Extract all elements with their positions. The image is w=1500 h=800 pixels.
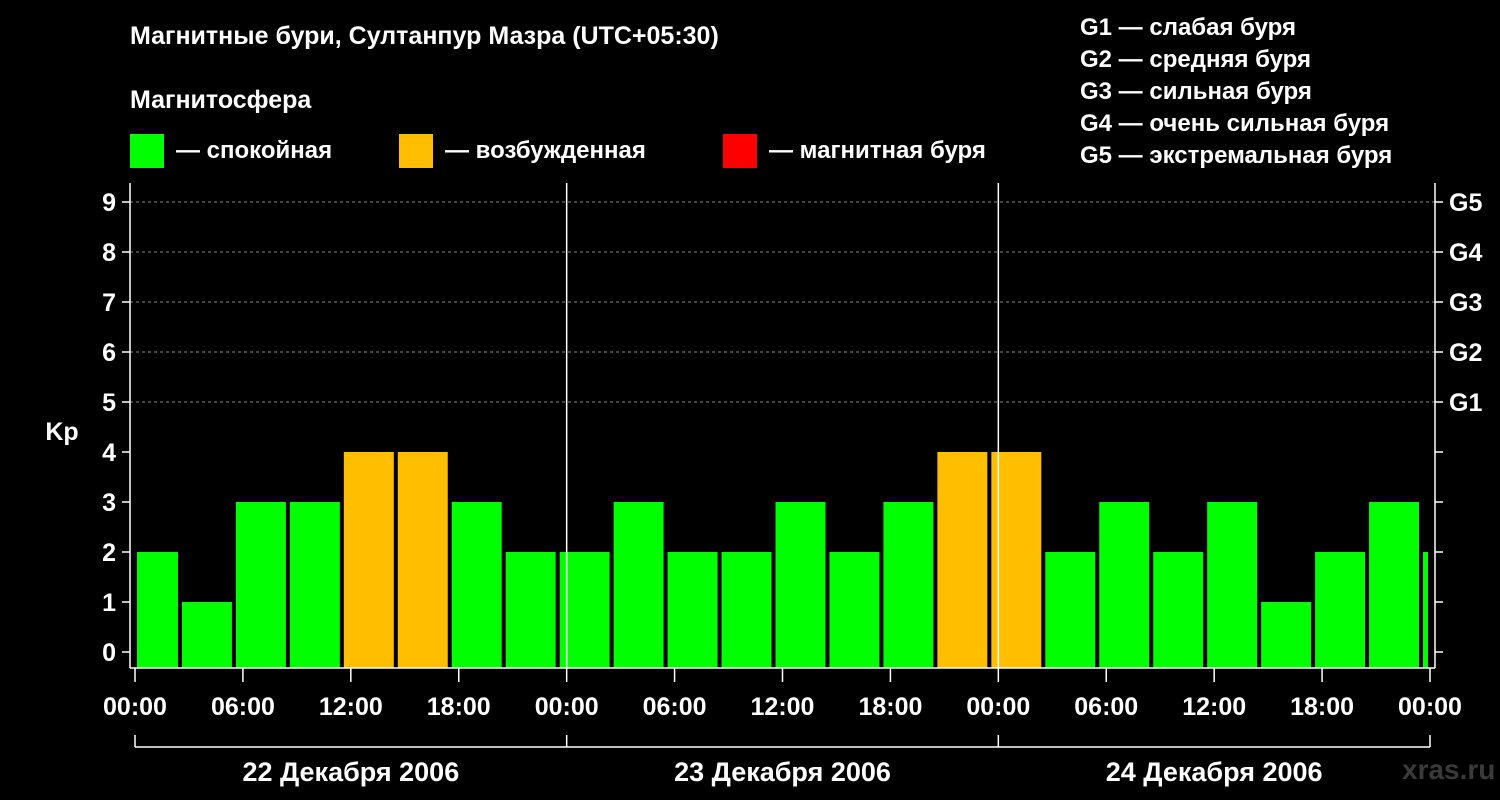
- kp-bar: [505, 552, 556, 668]
- kp-bar: [235, 502, 286, 668]
- g-tick-label: G4: [1449, 239, 1482, 267]
- kp-bar: [397, 452, 448, 668]
- x-tick-label: 18:00: [858, 693, 922, 721]
- kp-bar: [613, 502, 664, 668]
- kp-bar: [451, 502, 502, 668]
- kp-bar: [1315, 552, 1366, 668]
- day-label: 24 Декабря 2006: [1106, 757, 1323, 787]
- x-tick-label: 00:00: [966, 693, 1030, 721]
- y-tick-label: 3: [102, 489, 116, 517]
- kp-bar: [829, 552, 880, 668]
- x-tick-label: 12:00: [751, 693, 815, 721]
- watermark: xras.ru: [1402, 754, 1496, 785]
- g-tick-label: G1: [1449, 389, 1482, 417]
- kp-bar: [343, 452, 394, 668]
- day-label: 23 Декабря 2006: [674, 757, 891, 787]
- y-tick-label: 5: [102, 389, 116, 417]
- y-tick-label: 7: [102, 289, 116, 317]
- y-axis-label: Kp: [45, 418, 78, 446]
- x-tick-label: 06:00: [1074, 693, 1138, 721]
- kp-bar: [1153, 552, 1204, 668]
- kp-bar: [181, 602, 232, 668]
- kp-bar: [1423, 552, 1428, 668]
- y-tick-label: 1: [102, 589, 116, 617]
- kp-bar: [1045, 552, 1096, 668]
- x-tick-label: 00:00: [535, 693, 599, 721]
- y-tick-label: 6: [102, 339, 116, 367]
- g-tick-label: G2: [1449, 339, 1482, 367]
- x-tick-label: 00:00: [103, 693, 167, 721]
- kp-bar: [1261, 602, 1312, 668]
- kp-bar: [1099, 502, 1150, 668]
- kp-bar: [1207, 502, 1258, 668]
- day-label: 22 Декабря 2006: [242, 757, 459, 787]
- kp-bar: [721, 552, 772, 668]
- x-tick-label: 18:00: [1290, 693, 1354, 721]
- kp-bar: [137, 552, 178, 668]
- kp-bar: [1369, 502, 1420, 668]
- y-tick-label: 8: [102, 239, 116, 267]
- y-tick-label: 9: [102, 189, 116, 217]
- y-tick-label: 2: [102, 539, 116, 567]
- kp-chart: 0 1 2 3 4 5 6 7 8 9 G1 G2 G3 G4 G5 Kp 00:00 06:00 12:00 18:…: [45, 183, 1482, 787]
- g-tick-label: G5: [1449, 189, 1482, 217]
- x-tick-label: 12:00: [319, 693, 383, 721]
- x-tick-label: 12:00: [1182, 693, 1246, 721]
- kp-bar: [667, 552, 718, 668]
- kp-bar: [883, 502, 934, 668]
- g-tick-label: G3: [1449, 289, 1482, 317]
- kp-bar: [775, 502, 826, 668]
- x-tick-label: 06:00: [643, 693, 707, 721]
- y-tick-label: 0: [102, 639, 116, 667]
- x-tick-label: 18:00: [427, 693, 491, 721]
- y-tick-label: 4: [102, 439, 116, 467]
- kp-bar: [937, 452, 988, 668]
- x-tick-label: 00:00: [1398, 693, 1462, 721]
- x-tick-label: 06:00: [211, 693, 275, 721]
- kp-bar: [289, 502, 340, 668]
